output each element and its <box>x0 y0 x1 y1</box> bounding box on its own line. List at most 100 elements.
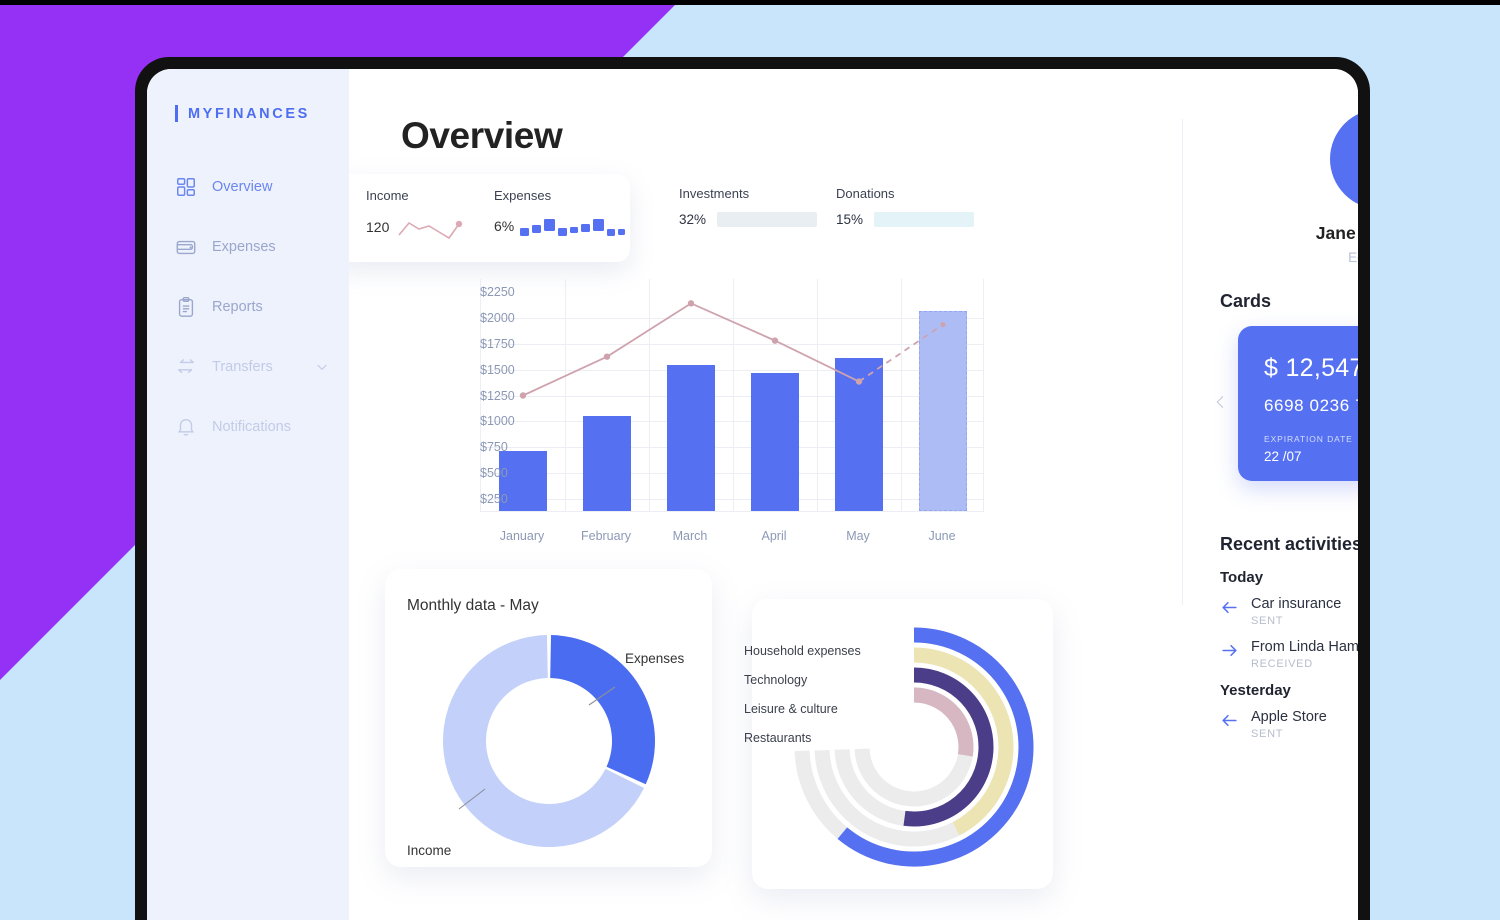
x-axis-tick-label: February <box>580 529 632 543</box>
card-expiration-value: 22 /07 <box>1264 449 1302 464</box>
radial-legend-technology: Technology <box>744 673 808 687</box>
trend-point <box>687 300 695 307</box>
sidebar-item-label: Notifications <box>212 419 291 435</box>
card-expiration: EXPIRATION DATE 22 /07 <box>1264 434 1353 464</box>
sidebar-item-label: Transfers <box>212 359 273 375</box>
transfer-arrows-icon <box>177 359 195 374</box>
cards-section-title: Cards <box>1220 291 1272 311</box>
sidebar-item-transfers[interactable]: Transfers <box>147 350 349 384</box>
carousel-dots <box>1238 497 1358 506</box>
activity-title: Car insurance <box>1251 596 1342 612</box>
stat-percent: 15% <box>836 212 864 227</box>
gridline <box>481 421 983 423</box>
x-axis-tick-label: June <box>928 529 956 543</box>
avatar[interactable] <box>1330 109 1358 209</box>
device-frame: MYFINANCES Overview Expenses Reports Tra… <box>135 57 1370 920</box>
credit-card[interactable]: $ 12,547.62 6698 0236 7899 3301 EXPIRATI… <box>1238 326 1358 481</box>
sidebar-item-label: Expenses <box>212 239 276 255</box>
gridline <box>481 473 983 475</box>
activity-status: RECEIVED <box>1251 658 1313 670</box>
brand-name: MYFINANCES <box>188 105 310 122</box>
monthly-data-card: Monthly data - May Expenses Income <box>385 569 712 867</box>
kpi-income: Income 120 <box>366 188 494 241</box>
grid-icon <box>177 178 195 196</box>
gridline <box>649 279 650 511</box>
bar-chart-plot-area <box>480 279 984 512</box>
kpi-expenses-value: 6% <box>494 218 515 234</box>
stat-percent: 32% <box>679 212 707 227</box>
activity-title: From Linda Hamilton <box>1251 639 1358 655</box>
card-balance: $ 12,547.62 <box>1264 354 1358 382</box>
category-radial-card: Household expenses Technology Leisure & … <box>744 599 1053 889</box>
sidebar: MYFINANCES Overview Expenses Reports Tra… <box>147 69 349 920</box>
donut-legend-expenses: Expenses <box>625 651 685 666</box>
radial-legend-leisure: Leisure & culture <box>744 702 838 716</box>
gridline <box>481 395 983 397</box>
kpi-income-value: 120 <box>366 219 390 235</box>
sidebar-item-label: Overview <box>212 179 273 195</box>
app-screen: MYFINANCES Overview Expenses Reports Tra… <box>147 69 1358 920</box>
arrow-right-icon <box>1222 644 1237 657</box>
wallet-icon <box>176 240 196 255</box>
chevron-left-icon[interactable] <box>1212 388 1228 416</box>
bar <box>835 357 883 511</box>
trend-point <box>603 353 611 360</box>
user-name: Jane Marie Doe <box>1315 223 1358 243</box>
arrow-left-icon <box>1222 714 1237 727</box>
bar <box>583 416 631 511</box>
chevron-down-icon[interactable] <box>315 360 329 374</box>
card-expiration-label: EXPIRATION DATE <box>1264 434 1353 444</box>
donut-legend-income: Income <box>407 843 452 858</box>
background-top-bar <box>0 0 1500 5</box>
activity-title: Apple Store <box>1251 709 1327 725</box>
radial-arc <box>913 687 974 757</box>
activity-row[interactable]: Car insurance SENT $ -810.50 <box>1220 596 1358 627</box>
activity-group-title: Yesterday <box>1220 682 1291 699</box>
kpi-card: Income 120 Expenses 6% <box>349 174 630 262</box>
main-bar-chart: $2250 $2000 $1750 $1500 $1250 $1000 $750 $500 $2… <box>397 274 1167 549</box>
activity-row[interactable]: Apple Store SENT $ -3,215.50 <box>1220 709 1358 740</box>
activity-row[interactable]: From Linda Hamilton RECEIVED $ +1,274.94 <box>1220 639 1358 670</box>
gridline <box>481 499 983 501</box>
bell-icon <box>177 419 195 436</box>
main-content: Overview Income 120 Expenses 6% Investme… <box>349 69 1358 920</box>
sidebar-item-expenses[interactable]: Expenses <box>147 230 349 264</box>
sidebar-item-overview[interactable]: Overview <box>147 170 349 204</box>
activity-status: SENT <box>1251 615 1284 627</box>
gridline <box>733 279 734 511</box>
activity-group-title: Today <box>1220 569 1264 586</box>
kpi-expenses: Expenses 6% <box>494 188 627 241</box>
card-number: 6698 0236 7899 3301 <box>1264 396 1358 415</box>
activities-section-title: Recent activities <box>1220 534 1358 554</box>
bar <box>919 310 967 511</box>
clipboard-icon <box>178 296 194 317</box>
sidebar-item-label: Reports <box>212 299 263 315</box>
arrow-left-icon <box>1222 601 1237 614</box>
progress-track <box>717 212 817 227</box>
expenses-sparkbars-icon <box>520 219 626 236</box>
x-axis-tick-label: January <box>499 529 545 543</box>
activity-status: SENT <box>1251 728 1284 740</box>
bar <box>751 372 799 511</box>
stat-label: Donations <box>836 186 895 201</box>
kpi-expenses-label: Expenses <box>494 188 552 203</box>
stat-label: Investments <box>679 186 750 201</box>
gridline <box>565 279 566 511</box>
sidebar-item-reports[interactable]: Reports <box>147 290 349 324</box>
brand-logo: MYFINANCES <box>147 105 349 122</box>
income-sparkline-icon <box>398 220 463 240</box>
edit-profile-link[interactable]: Edit profile <box>1220 250 1358 265</box>
gridline <box>481 317 983 319</box>
x-axis-tick-label: May <box>846 529 870 543</box>
right-panel: Jane Marie Doe Edit profile Cards $ 12,5… <box>1182 69 1358 920</box>
x-axis-tick-label: March <box>672 529 708 543</box>
gridline <box>901 279 902 511</box>
kpi-income-label: Income <box>366 188 409 203</box>
stat-donations: Donations 15% <box>836 186 974 227</box>
user-avatar-icon <box>1351 130 1358 188</box>
sidebar-item-notifications[interactable]: Notifications <box>147 410 349 444</box>
activities-list: Today Car insurance SENT $ -810.50 From … <box>1220 569 1358 740</box>
gridline <box>481 447 983 449</box>
progress-track <box>874 212 974 227</box>
bar <box>667 365 715 511</box>
